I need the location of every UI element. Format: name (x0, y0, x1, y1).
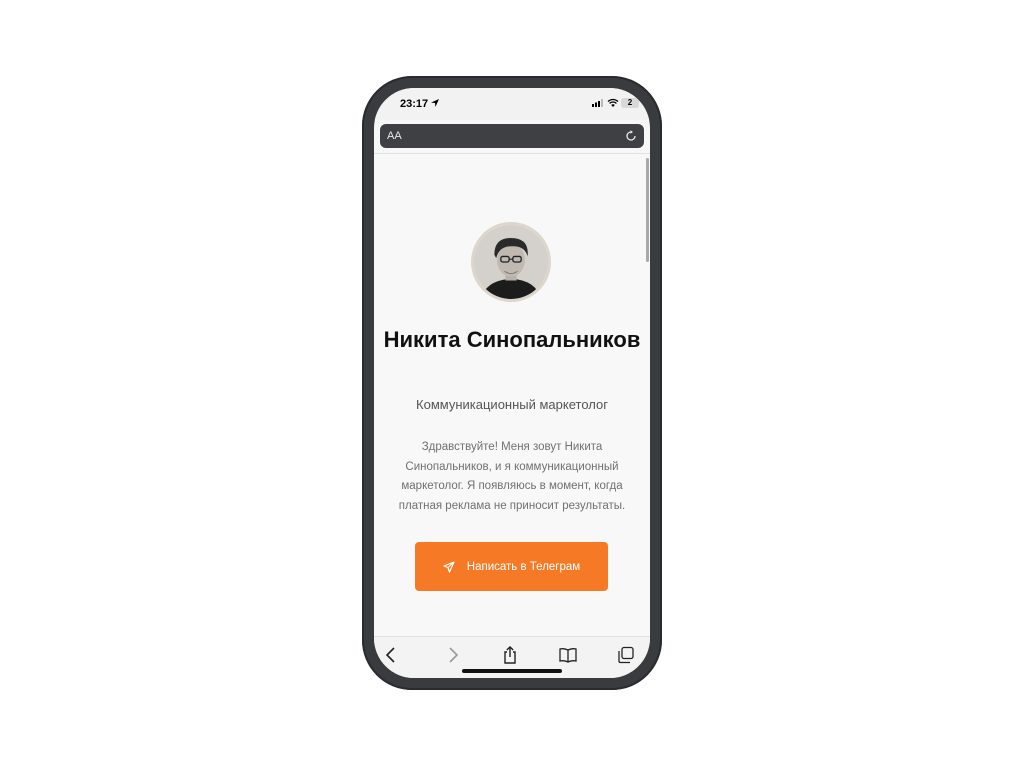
wifi-icon (607, 98, 619, 107)
forward-icon (449, 647, 459, 663)
profile-bio: Здравствуйте! Меня зовут Никита Синопаль… (398, 441, 626, 512)
telegram-cta-button[interactable]: Написать в Телеграм (415, 542, 608, 591)
bookmarks-icon (559, 648, 577, 663)
phone-frame: 23:17 2 AA Никита Синопальников Коммуник… (362, 76, 662, 690)
avatar (471, 222, 551, 302)
status-bar: 23:17 2 (374, 88, 650, 120)
phone-screen: 23:17 2 AA Никита Синопальников Коммуник… (374, 88, 650, 678)
profile-name: Никита Синопальников (383, 327, 641, 352)
home-indicator[interactable] (462, 669, 562, 673)
tabs-button[interactable] (616, 646, 636, 664)
reload-icon[interactable] (625, 130, 637, 142)
send-icon (443, 560, 455, 573)
telegram-cta-label: Написать в Телеграм (466, 560, 581, 573)
forward-button[interactable] (442, 646, 462, 664)
share-button[interactable] (500, 646, 520, 664)
share-icon (504, 646, 516, 664)
address-bar[interactable]: AA (380, 124, 644, 148)
avatar-portrait-image (474, 225, 548, 299)
signal-icon (592, 99, 603, 107)
back-button[interactable] (382, 646, 402, 664)
bookmarks-button[interactable] (558, 646, 578, 664)
status-time: 23:17 (400, 98, 429, 110)
battery-indicator: 2 (621, 98, 639, 108)
profile-role: Коммуникационный маркетолог (416, 397, 608, 412)
scrollbar[interactable] (646, 158, 649, 262)
tabs-icon (618, 646, 634, 664)
back-icon (385, 647, 395, 663)
text-size-button[interactable]: AA (387, 130, 402, 142)
location-arrow-icon (431, 99, 439, 107)
